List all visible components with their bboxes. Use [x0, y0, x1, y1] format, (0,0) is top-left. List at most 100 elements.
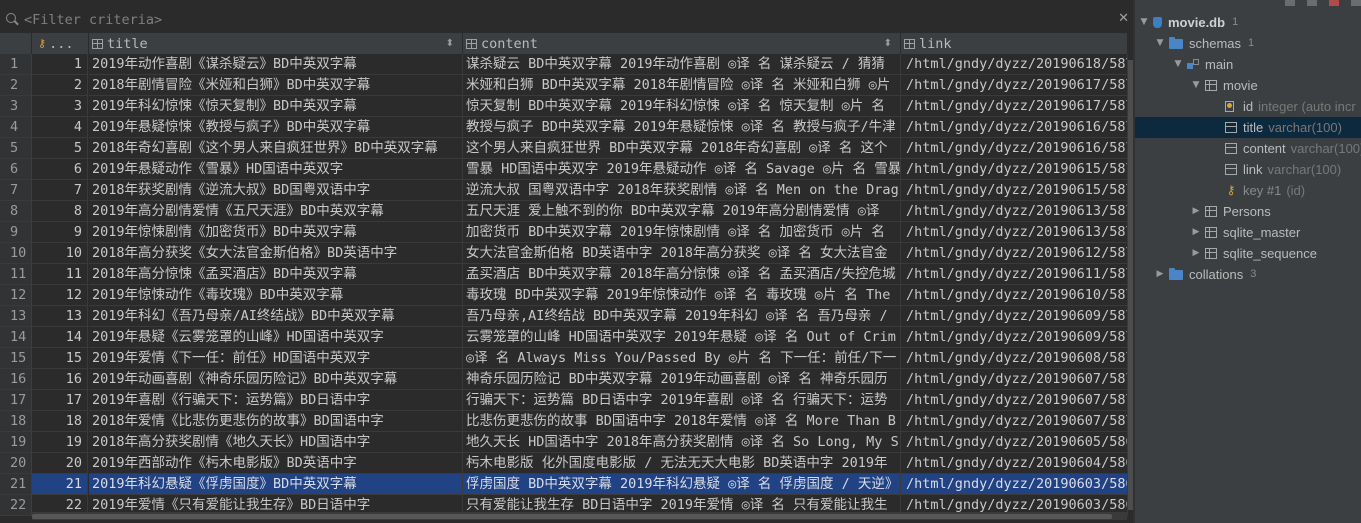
title-cell[interactable]: 2018年爱情《比悲伤更悲伤的故事》BD国语中字	[89, 411, 463, 432]
content-cell[interactable]: 云雾笼罩的山峰 HD国语中英双字 2019年悬疑 ◎译 名 Out of Cri…	[463, 327, 901, 348]
link-cell[interactable]: /html/gndy/dyzz/20190612/587	[901, 243, 1128, 264]
tree-node-main[interactable]: ▼ main	[1173, 54, 1234, 75]
content-cell[interactable]: ◎译 名 Always Miss You/Passed By ◎片 名 下一任：…	[463, 348, 901, 369]
id-cell[interactable]: 7	[32, 180, 88, 201]
content-cell[interactable]: 加密货币 BD中英双字幕 2019年惊悚剧情 ◎译 名 加密货币 ◎片 名	[463, 222, 901, 243]
id-cell[interactable]: 17	[32, 390, 88, 411]
table-row[interactable]: 9 9 2019年惊悚剧情《加密货币》BD中英双字幕 加密货币 BD中英双字幕 201…	[0, 222, 1128, 243]
collapsed-arrow-icon[interactable]: ▶	[1191, 243, 1201, 264]
content-cell[interactable]: 地久天长 HD国语中字 2018年高分获奖剧情 ◎译 名 So Long, My…	[463, 432, 901, 453]
content-cell[interactable]: 逆流大叔 国粤双语中字 2018年获奖剧情 ◎译 名 Men on the Dr…	[463, 180, 901, 201]
tree-node-sqlite-master[interactable]: ▶ sqlite_master	[1191, 222, 1301, 243]
id-cell[interactable]: 18	[32, 411, 88, 432]
title-cell[interactable]: 2019年喜剧《行骗天下：运势篇》BD日语中字	[89, 390, 463, 411]
link-cell[interactable]: /html/gndy/dyzz/20190605/586	[901, 432, 1128, 453]
column-header-id[interactable]: ⚷ ...	[32, 33, 89, 54]
tree-node-collations[interactable]: ▶ collations 3	[1155, 264, 1257, 285]
title-cell[interactable]: 2019年爱情《下一任：前任》HD国语中英双字	[89, 348, 463, 369]
title-cell[interactable]: 2018年获奖剧情《逆流大叔》BD国粤双语中字	[89, 180, 463, 201]
title-cell[interactable]: 2018年奇幻喜剧《这个男人来自疯狂世界》BD中英双字幕	[89, 138, 463, 159]
stop-icon[interactable]	[1329, 0, 1339, 6]
title-cell[interactable]: 2018年高分获奖《女大法官金斯伯格》BD英语中字	[89, 243, 463, 264]
title-cell[interactable]: 2019年西部动作《杇木电影版》BD英语中字	[89, 453, 463, 474]
table-row[interactable]: 18 18 2018年爱情《比悲伤更悲伤的故事》BD国语中字 比悲伤更悲伤的故事 BD…	[0, 411, 1128, 432]
column-header-link[interactable]: link	[901, 33, 1128, 54]
tree-node-column-link[interactable]: link varchar(100)	[1221, 159, 1341, 180]
content-cell[interactable]: 教授与疯子 BD中英双字幕 2019年悬疑惊悚 ◎译 名 教授与疯子/牛津	[463, 117, 901, 138]
content-cell[interactable]: 惊天复制 BD中英双字幕 2019年科幻惊悚 ◎译 名 惊天复制 ◎片 名	[463, 96, 901, 117]
link-cell[interactable]: /html/gndy/dyzz/20190607/587	[901, 369, 1128, 390]
content-cell[interactable]: 神奇乐园历险记 BD中英双字幕 2019年动画喜剧 ◎译 名 神奇乐园历	[463, 369, 901, 390]
id-cell[interactable]: 2	[32, 75, 88, 96]
tree-node-persons[interactable]: ▶ Persons	[1191, 201, 1271, 222]
toolbar-icon[interactable]	[1285, 0, 1295, 6]
title-cell[interactable]: 2019年动作喜剧《谋杀疑云》BD中英双字幕	[89, 54, 463, 75]
link-cell[interactable]: /html/gndy/dyzz/20190615/587	[901, 180, 1128, 201]
tree-node-schemas[interactable]: ▼ schemas 1	[1155, 33, 1255, 54]
content-cell[interactable]: 女大法官金斯伯格 BD英语中字 2018年高分获奖 ◎译 名 女大法官金	[463, 243, 901, 264]
link-cell[interactable]: /html/gndy/dyzz/20190613/587	[901, 222, 1128, 243]
table-row[interactable]: 20 20 2019年西部动作《杇木电影版》BD英语中字 杇木电影版 化外国度电影版 …	[0, 453, 1128, 474]
link-cell[interactable]: /html/gndy/dyzz/20190616/587	[901, 138, 1128, 159]
tree-node-column-content[interactable]: content varchar(100)	[1221, 138, 1361, 159]
content-cell[interactable]: 毒玫瑰 BD中英双字幕 2019年惊悚动作 ◎译 名 毒玫瑰 ◎片 名 The	[463, 285, 901, 306]
title-cell[interactable]: 2018年高分惊悚《孟买酒店》BD中英双字幕	[89, 264, 463, 285]
id-cell[interactable]: 8	[32, 201, 88, 222]
content-cell[interactable]: 五尺天涯 爱上触不到的你 BD中英双字幕 2019年高分剧情爱情 ◎译	[463, 201, 901, 222]
expanded-arrow-icon[interactable]: ▼	[1191, 75, 1201, 96]
title-cell[interactable]: 2019年悬疑《云雾笼罩的山峰》HD国语中英双字	[89, 327, 463, 348]
collapsed-arrow-icon[interactable]: ▶	[1191, 201, 1201, 222]
content-cell[interactable]: 比悲伤更悲伤的故事 BD国语中字 2018年爱情 ◎译 名 More Than …	[463, 411, 901, 432]
link-cell[interactable]: /html/gndy/dyzz/20190607/587	[901, 411, 1128, 432]
link-cell[interactable]: /html/gndy/dyzz/20190603/586	[901, 474, 1128, 495]
content-cell[interactable]: 俘虏国度 BD中英双字幕 2019年科幻悬疑 ◎译 名 俘虏国度 / 天逆》	[463, 474, 901, 495]
close-icon[interactable]: ✕	[1118, 11, 1129, 26]
title-cell[interactable]: 2019年惊悚动作《毒玫瑰》BD中英双字幕	[89, 285, 463, 306]
id-cell[interactable]: 3	[32, 96, 88, 117]
id-cell[interactable]: 5	[32, 138, 88, 159]
sort-icon[interactable]: ⬍	[446, 38, 454, 49]
table-row[interactable]: 21 21 2019年科幻悬疑《俘虏国度》BD中英双字幕 俘虏国度 BD中英双字幕 2…	[0, 474, 1128, 495]
title-cell[interactable]: 2019年悬疑惊悚《教授与疯子》BD中英双字幕	[89, 117, 463, 138]
table-row[interactable]: 12 12 2019年惊悚动作《毒玫瑰》BD中英双字幕 毒玫瑰 BD中英双字幕 201…	[0, 285, 1128, 306]
id-cell[interactable]: 11	[32, 264, 88, 285]
link-cell[interactable]: /html/gndy/dyzz/20190615/587	[901, 159, 1128, 180]
table-row[interactable]: 17 17 2019年喜剧《行骗天下：运势篇》BD日语中字 行骗天下：运势篇 BD日语…	[0, 390, 1128, 411]
id-cell[interactable]: 9	[32, 222, 88, 243]
id-cell[interactable]: 16	[32, 369, 88, 390]
link-cell[interactable]: /html/gndy/dyzz/20190618/587	[901, 54, 1128, 75]
scrollbar-thumb[interactable]	[32, 514, 1112, 519]
link-cell[interactable]: /html/gndy/dyzz/20190616/587	[901, 117, 1128, 138]
content-cell[interactable]: 这个男人来自疯狂世界 BD中英双字幕 2018年奇幻喜剧 ◎译 名 这个	[463, 138, 901, 159]
content-cell[interactable]: 孟买酒店 BD中英双字幕 2018年高分惊悚 ◎译 名 孟买酒店/失控危城	[463, 264, 901, 285]
id-cell[interactable]: 21	[32, 474, 88, 495]
link-cell[interactable]: /html/gndy/dyzz/20190617/587	[901, 75, 1128, 96]
table-row[interactable]: 16 16 2019年动画喜剧《神奇乐园历险记》BD中英双字幕 神奇乐园历险记 BD中…	[0, 369, 1128, 390]
sort-icon[interactable]: ⬍	[884, 38, 892, 49]
title-cell[interactable]: 2018年高分获奖剧情《地久天长》HD国语中字	[89, 432, 463, 453]
content-cell[interactable]: 谋杀疑云 BD中英双字幕 2019年动作喜剧 ◎译 名 谋杀疑云 / 猜猜	[463, 54, 901, 75]
column-header-content[interactable]: content ⬍	[463, 33, 901, 54]
id-cell[interactable]: 10	[32, 243, 88, 264]
title-cell[interactable]: 2019年高分剧情爱情《五尺天涯》BD中英双字幕	[89, 201, 463, 222]
tree-node-column-title[interactable]: title varchar(100)	[1135, 117, 1361, 138]
content-cell[interactable]: 杇木电影版 化外国度电影版 / 无法无天大电影 BD英语中字 2019年	[463, 453, 901, 474]
title-cell[interactable]: 2019年科幻《吾乃母亲/AI终结战》BD中英双字幕	[89, 306, 463, 327]
link-cell[interactable]: /html/gndy/dyzz/20190604/586	[901, 453, 1128, 474]
table-row[interactable]: 10 10 2018年高分获奖《女大法官金斯伯格》BD英语中字 女大法官金斯伯格 BD…	[0, 243, 1128, 264]
tree-node-sqlite-sequence[interactable]: ▶ sqlite_sequence	[1191, 243, 1317, 264]
table-row[interactable]: 19 19 2018年高分获奖剧情《地久天长》HD国语中字 地久天长 HD国语中字 2…	[0, 432, 1128, 453]
content-cell[interactable]: 行骗天下：运势篇 BD日语中字 2019年喜剧 ◎译 名 行骗天下：运势	[463, 390, 901, 411]
table-row[interactable]: 14 14 2019年悬疑《云雾笼罩的山峰》HD国语中英双字 云雾笼罩的山峰 HD国语…	[0, 327, 1128, 348]
content-cell[interactable]: 雪暴 HD国语中英双字 2019年悬疑动作 ◎译 名 Savage ◎片 名 雪…	[463, 159, 901, 180]
table-row[interactable]: 15 15 2019年爱情《下一任：前任》HD国语中英双字 ◎译 名 Always M…	[0, 348, 1128, 369]
toolbar-icon[interactable]	[1351, 0, 1361, 6]
tree-node-movie[interactable]: ▼ movie	[1191, 75, 1258, 96]
id-cell[interactable]: 14	[32, 327, 88, 348]
table-row[interactable]: 2 2 2018年剧情冒险《米娅和白狮》BD中英双字幕 米娅和白狮 BD中英双字幕 2…	[0, 75, 1128, 96]
column-header-title[interactable]: title ⬍	[89, 33, 463, 54]
toolbar-icon[interactable]	[1307, 0, 1317, 6]
content-cell[interactable]: 吾乃母亲,AI终结战 BD中英双字幕 2019年科幻 ◎译 名 吾乃母亲 /	[463, 306, 901, 327]
title-cell[interactable]: 2019年科幻惊悚《惊天复制》BD中英双字幕	[89, 96, 463, 117]
table-row[interactable]: 4 4 2019年悬疑惊悚《教授与疯子》BD中英双字幕 教授与疯子 BD中英双字幕 2…	[0, 117, 1128, 138]
